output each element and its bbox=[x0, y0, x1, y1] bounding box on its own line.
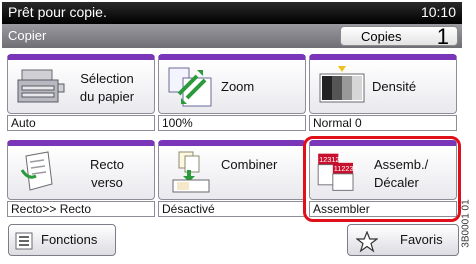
copies-label: Copies bbox=[361, 29, 402, 44]
combine-value: Désactivé bbox=[158, 201, 306, 217]
density-icon bbox=[319, 66, 365, 103]
tile-duplex: Recto verso Recto>> Recto bbox=[7, 140, 155, 218]
duplex-label-1: Recto bbox=[90, 157, 124, 172]
functions-label: Fonctions bbox=[41, 232, 98, 247]
paper-selection-label-1: Sélection bbox=[80, 71, 134, 86]
title-bar: Copier Copies 1 bbox=[2, 24, 462, 49]
combine-button[interactable]: Combiner bbox=[158, 140, 306, 200]
tile-paper-selection: Sélection du papier Auto bbox=[7, 54, 155, 132]
side-reference-code: 3B0001 01 bbox=[460, 190, 476, 260]
density-label: Densité bbox=[372, 79, 417, 94]
functions-button[interactable]: Fonctions bbox=[8, 224, 116, 256]
duplex-value: Recto>> Recto bbox=[7, 201, 155, 217]
side-reference-text: 3B0001 01 bbox=[460, 199, 472, 248]
paper-selection-value: Auto bbox=[7, 115, 155, 131]
copier-screen: Prêt pour copie. 10:10 Copier Copies 1 S… bbox=[2, 2, 462, 262]
page-title: Copier bbox=[8, 28, 47, 43]
duplex-label-2: verso bbox=[91, 175, 123, 190]
status-message: Prêt pour copie. bbox=[8, 4, 107, 20]
zoom-label: Zoom bbox=[221, 79, 255, 94]
zoom-value: 100% bbox=[158, 115, 306, 131]
duplex-button[interactable]: Recto verso bbox=[7, 140, 155, 200]
highlight-frame bbox=[303, 136, 461, 222]
copies-button[interactable]: Copies 1 bbox=[340, 24, 458, 49]
copies-value: 1 bbox=[436, 24, 449, 49]
zoom-button[interactable]: Zoom bbox=[158, 54, 306, 114]
tile-combine: Combiner Désactivé bbox=[158, 140, 306, 218]
list-icon bbox=[15, 232, 33, 250]
status-bar: Prêt pour copie. 10:10 bbox=[2, 2, 462, 24]
tile-zoom: Zoom 100% bbox=[158, 54, 306, 132]
zoom-icon bbox=[168, 67, 212, 107]
status-time: 10:10 bbox=[420, 4, 456, 20]
combine-label: Combiner bbox=[221, 157, 278, 172]
star-icon bbox=[356, 231, 378, 253]
paper-selection-button[interactable]: Sélection du papier bbox=[7, 54, 155, 114]
favorites-button[interactable]: Favoris bbox=[347, 224, 459, 256]
combine-icon bbox=[172, 151, 210, 193]
density-button[interactable]: Densité bbox=[309, 54, 457, 114]
favorites-label: Favoris bbox=[400, 232, 443, 247]
density-value: Normal 0 bbox=[309, 115, 457, 131]
duplex-icon bbox=[20, 151, 53, 191]
paper-selection-label-2: du papier bbox=[79, 89, 135, 104]
printer-icon bbox=[17, 69, 65, 103]
tile-density: Densité Normal 0 bbox=[309, 54, 457, 132]
